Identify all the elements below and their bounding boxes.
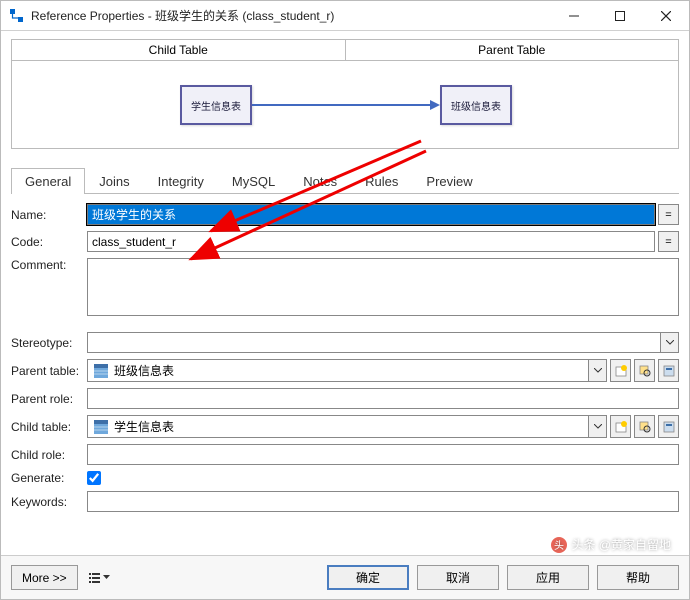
help-button[interactable]: 帮助: [597, 565, 679, 590]
keywords-input[interactable]: [87, 491, 679, 512]
generate-label: Generate:: [11, 471, 87, 485]
relationship-arrow-line: [252, 104, 432, 106]
maximize-button[interactable]: [597, 1, 643, 31]
stereotype-combo[interactable]: [87, 332, 679, 353]
chevron-down-icon: [103, 575, 110, 580]
keywords-label: Keywords:: [11, 495, 87, 509]
tab-preview[interactable]: Preview: [412, 168, 486, 194]
child-table-value: 学生信息表: [114, 418, 588, 435]
title-bar: Reference Properties - 班级学生的关系 (class_st…: [1, 1, 689, 31]
name-sync-button[interactable]: =: [658, 204, 679, 225]
name-label: Name:: [11, 208, 87, 222]
toolbar-dropdown[interactable]: [88, 571, 110, 585]
relationship-diagram: 学生信息表 班级信息表: [11, 61, 679, 149]
watermark: 头 头条 @黄家自留地: [551, 536, 671, 553]
tab-integrity[interactable]: Integrity: [144, 168, 218, 194]
child-role-label: Child role:: [11, 448, 87, 462]
code-sync-button[interactable]: =: [658, 231, 679, 252]
stereotype-input[interactable]: [87, 332, 661, 353]
tab-mysql[interactable]: MySQL: [218, 168, 289, 194]
table-icon: [92, 418, 110, 436]
stereotype-label: Stereotype:: [11, 336, 87, 350]
parent-role-label: Parent role:: [11, 392, 87, 406]
general-form: Name: = Code: = Comment: Stereotype: Par…: [1, 194, 689, 512]
generate-checkbox[interactable]: [87, 471, 101, 485]
window-controls: [551, 1, 689, 31]
browse-table-button[interactable]: [634, 359, 655, 382]
relationship-header: Child Table Parent Table: [1, 31, 689, 61]
parent-role-input[interactable]: [87, 388, 679, 409]
parent-table-combo[interactable]: 班级信息表: [87, 359, 607, 382]
tab-rules[interactable]: Rules: [351, 168, 412, 194]
name-input[interactable]: [87, 204, 655, 225]
tab-strip: General Joins Integrity MySQL Notes Rule…: [11, 167, 679, 194]
code-label: Code:: [11, 235, 87, 249]
browse-child-table-button[interactable]: [634, 415, 655, 438]
cancel-button[interactable]: 取消: [417, 565, 499, 590]
chevron-down-icon[interactable]: [661, 332, 679, 353]
parent-table-header: Parent Table: [346, 40, 679, 60]
table-icon: [92, 362, 110, 380]
child-table-header: Child Table: [12, 40, 346, 60]
child-role-input[interactable]: [87, 444, 679, 465]
child-entity-box[interactable]: 学生信息表: [180, 85, 252, 125]
list-icon: [88, 571, 102, 585]
app-icon: [9, 8, 25, 24]
more-button[interactable]: More >>: [11, 565, 78, 590]
ok-button[interactable]: 确定: [327, 565, 409, 590]
window-title: Reference Properties - 班级学生的关系 (class_st…: [31, 7, 551, 24]
comment-textarea[interactable]: [87, 258, 679, 316]
tab-notes[interactable]: Notes: [289, 168, 351, 194]
tab-general[interactable]: General: [11, 168, 85, 194]
svg-text:头: 头: [554, 540, 564, 552]
minimize-button[interactable]: [551, 1, 597, 31]
properties-table-button[interactable]: [658, 359, 679, 382]
button-bar: More >> 确定 取消 应用 帮助: [1, 555, 689, 599]
chevron-down-icon[interactable]: [588, 360, 606, 381]
child-entity-label: 学生信息表: [191, 98, 241, 113]
apply-button[interactable]: 应用: [507, 565, 589, 590]
chevron-down-icon[interactable]: [588, 416, 606, 437]
comment-label: Comment:: [11, 258, 87, 272]
close-button[interactable]: [643, 1, 689, 31]
parent-table-value: 班级信息表: [114, 362, 588, 379]
child-table-combo[interactable]: 学生信息表: [87, 415, 607, 438]
new-table-button[interactable]: [610, 359, 631, 382]
child-table-label: Child table:: [11, 420, 87, 434]
parent-table-label: Parent table:: [11, 364, 87, 378]
relationship-arrow-head: [430, 100, 440, 110]
parent-entity-box[interactable]: 班级信息表: [440, 85, 512, 125]
code-input[interactable]: [87, 231, 655, 252]
new-child-table-button[interactable]: [610, 415, 631, 438]
tab-joins[interactable]: Joins: [85, 168, 143, 194]
parent-entity-label: 班级信息表: [451, 98, 501, 113]
properties-child-table-button[interactable]: [658, 415, 679, 438]
